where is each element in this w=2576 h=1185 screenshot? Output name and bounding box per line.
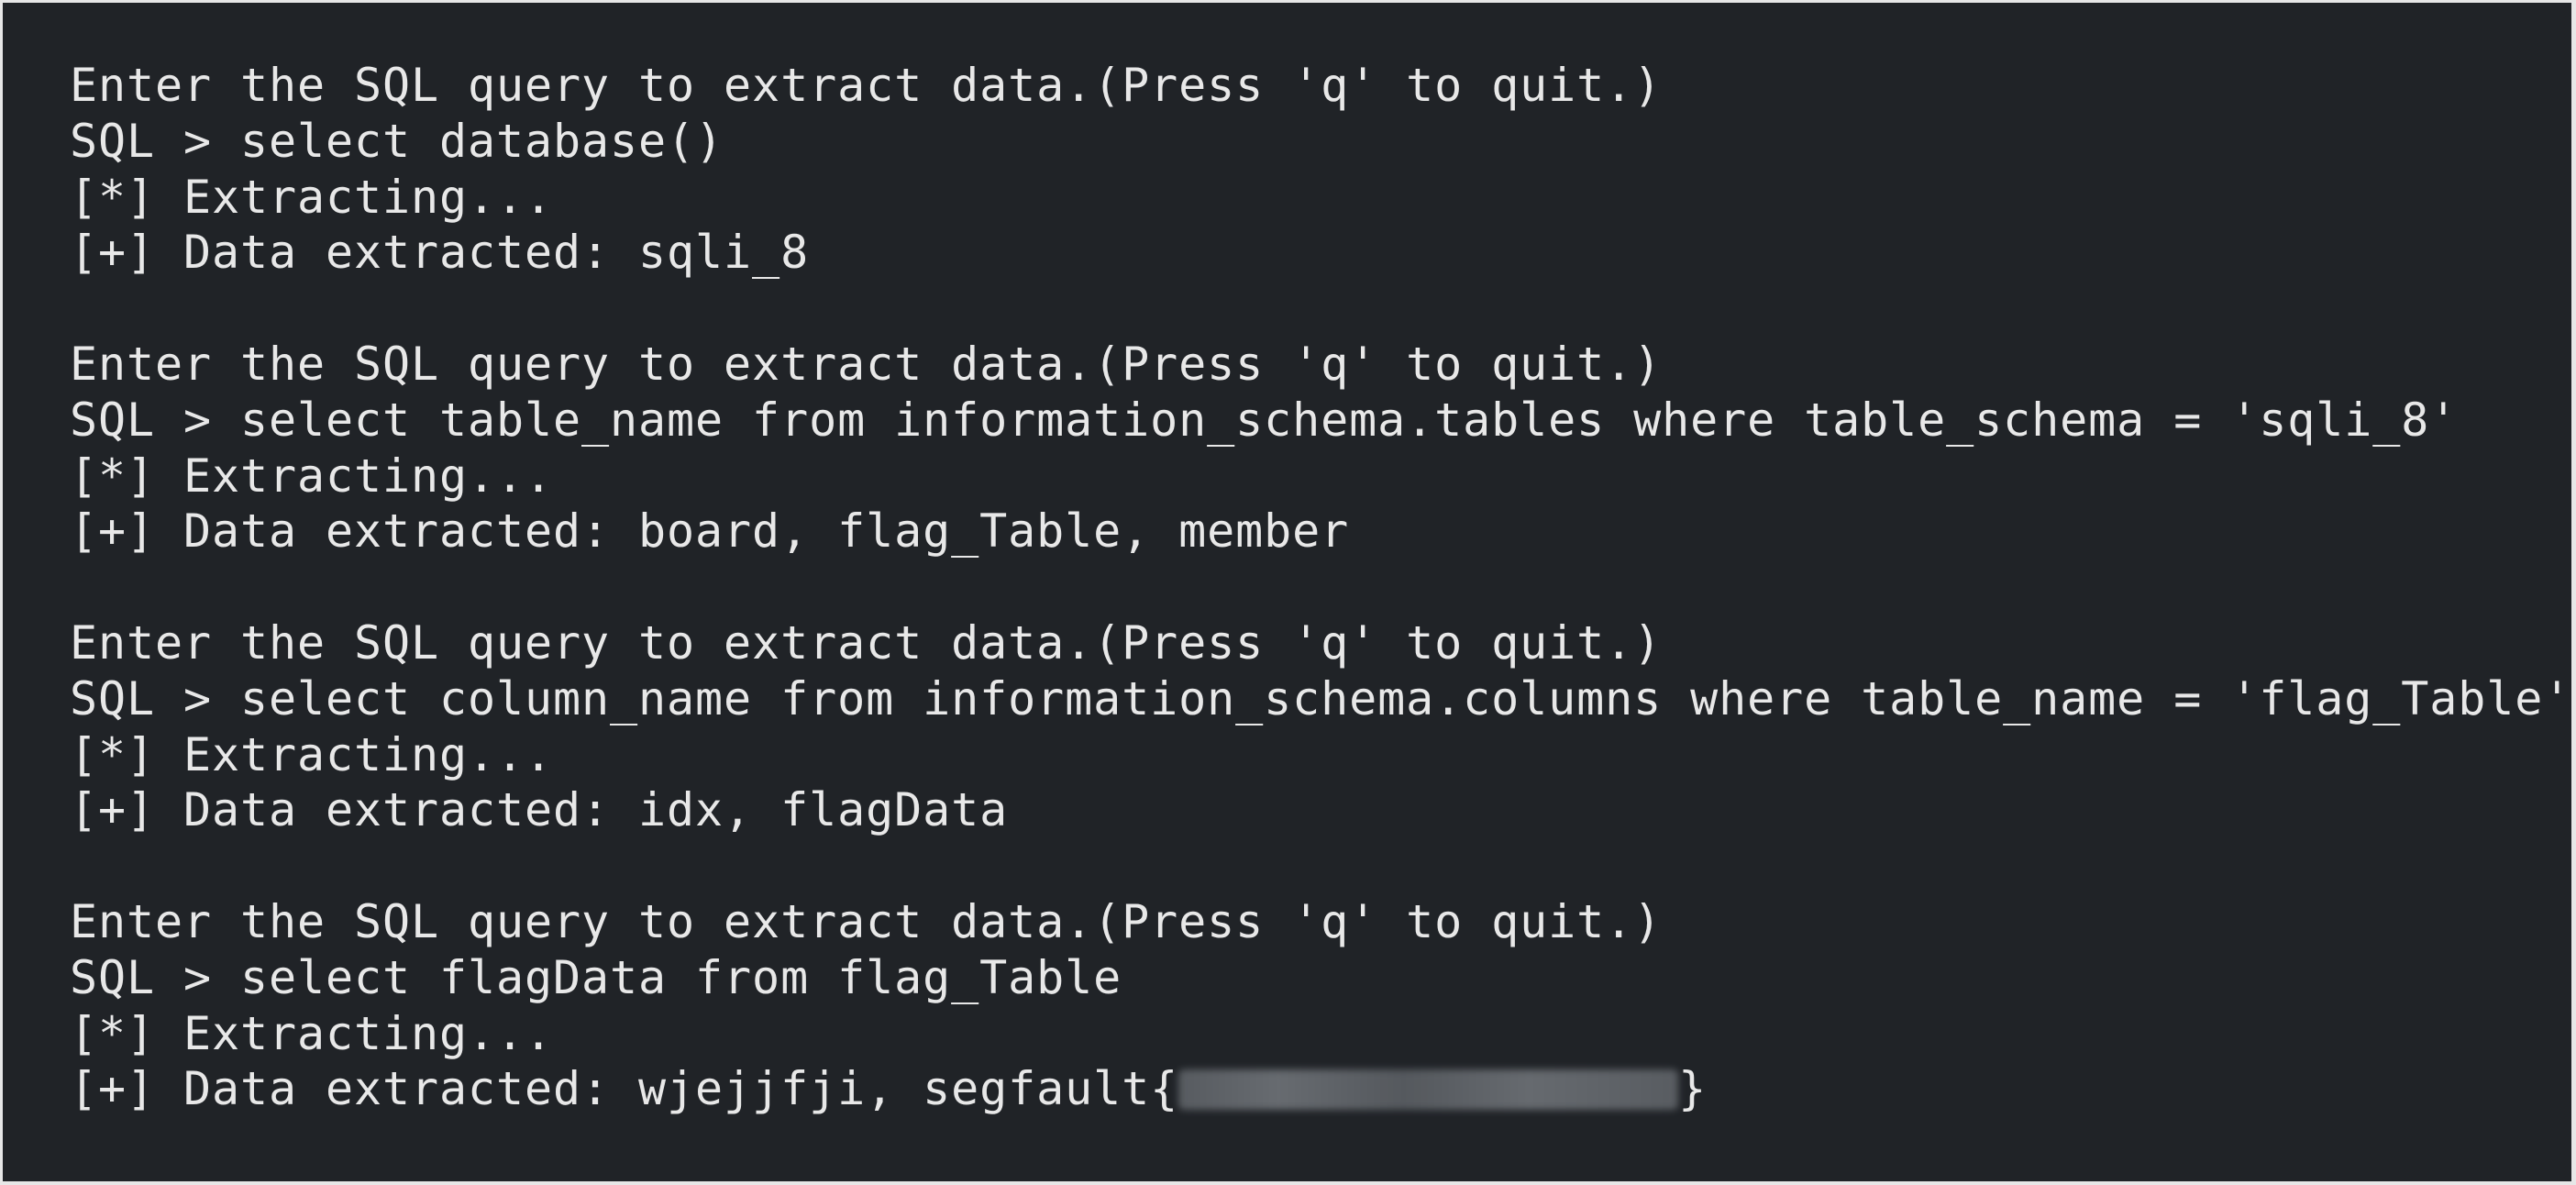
output-block: Enter the SQL query to extract data.(Pre… bbox=[70, 615, 2571, 838]
prompt-line: Enter the SQL query to extract data.(Pre… bbox=[70, 894, 1663, 948]
prompt-line: Enter the SQL query to extract data.(Pre… bbox=[70, 59, 1663, 112]
result-line: [+] Data extracted: idx, flagData bbox=[70, 783, 1009, 837]
status-line: [*] Extracting... bbox=[70, 727, 554, 781]
sql-query-line: SQL > select flagData from flag_Table bbox=[70, 950, 1122, 1004]
prompt-line: Enter the SQL query to extract data.(Pre… bbox=[70, 337, 1663, 391]
result-suffix: } bbox=[1678, 1062, 1708, 1116]
terminal-window: Enter the SQL query to extract data.(Pre… bbox=[3, 3, 2571, 1181]
status-line: [*] Extracting... bbox=[70, 449, 554, 503]
result-line: [+] Data extracted: sqli_8 bbox=[70, 226, 810, 280]
status-line: [*] Extracting... bbox=[70, 170, 554, 224]
sql-query-line: SQL > select database() bbox=[70, 114, 724, 168]
output-block: Enter the SQL query to extract data.(Pre… bbox=[70, 58, 2571, 281]
result-line: [+] Data extracted: board, flag_Table, m… bbox=[70, 504, 1350, 559]
result-prefix: [+] Data extracted: wjejjfji, segfault{ bbox=[70, 1062, 1179, 1116]
status-line: [*] Extracting... bbox=[70, 1006, 554, 1060]
redacted-flag bbox=[1178, 1069, 1679, 1111]
output-block: Enter the SQL query to extract data.(Pre… bbox=[70, 894, 2571, 1117]
prompt-line: Enter the SQL query to extract data.(Pre… bbox=[70, 615, 1663, 670]
output-block: Enter the SQL query to extract data.(Pre… bbox=[70, 337, 2571, 559]
sql-query-line: SQL > select column_name from informatio… bbox=[70, 671, 2572, 725]
result-line: [+] Data extracted: wjejjfji, segfault{} bbox=[70, 1061, 2571, 1117]
sql-query-line: SQL > select table_name from information… bbox=[70, 393, 2459, 447]
